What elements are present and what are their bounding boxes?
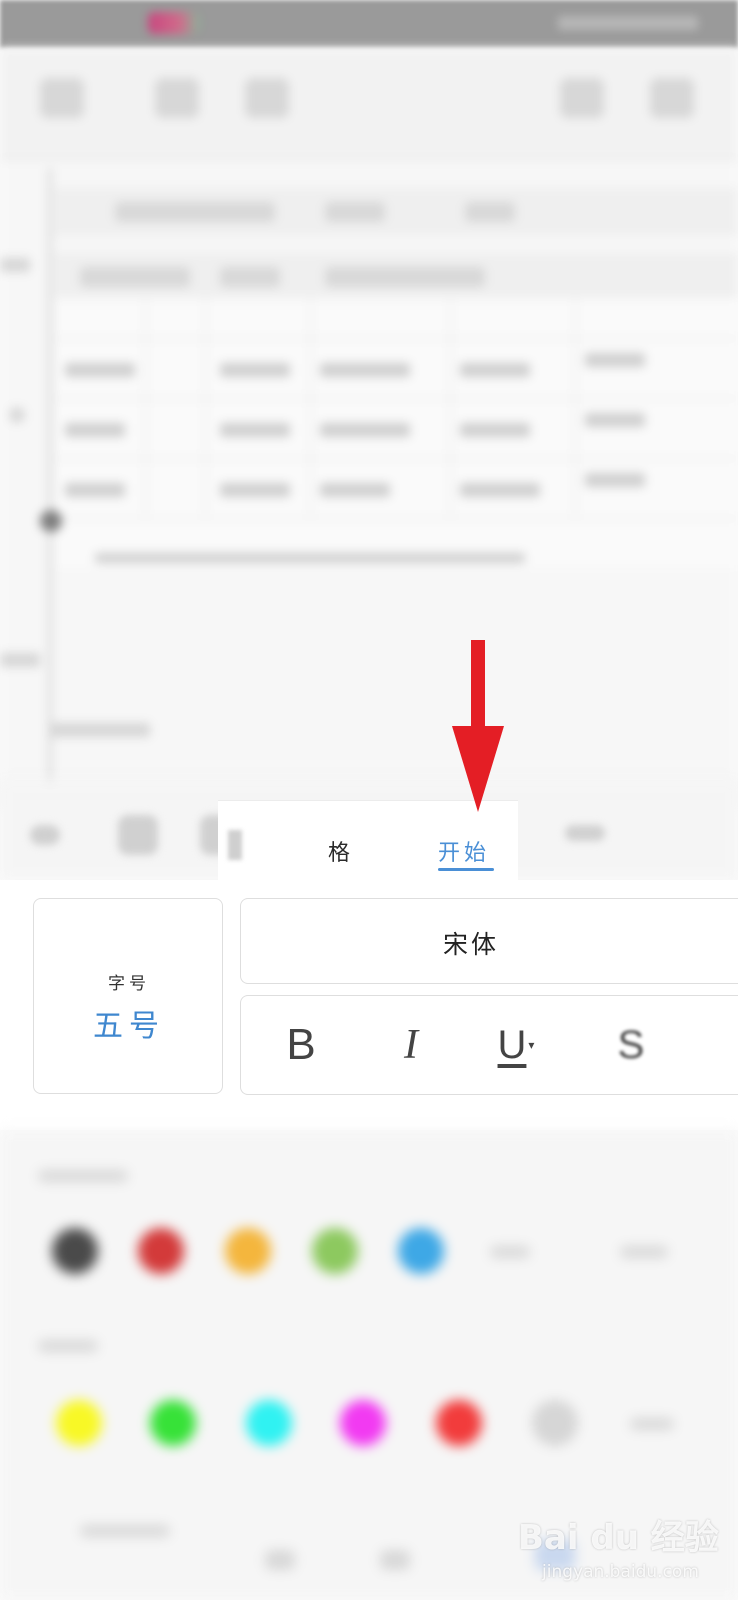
grid-line	[55, 338, 738, 339]
grid-line	[575, 298, 576, 518]
toolbar-item	[325, 202, 385, 222]
ribbon-toolbar	[0, 48, 738, 160]
cell-content	[65, 423, 125, 437]
strikethrough-icon: S	[617, 1022, 645, 1067]
toolbar-item	[220, 267, 280, 287]
strikethrough-button[interactable]: S	[601, 1020, 661, 1070]
underline-icon: U	[497, 1022, 527, 1067]
format-panel: 字号 五号 宋体 B I U ▾ S	[0, 880, 738, 1130]
system-status-icons	[558, 16, 698, 30]
highlight-swatch-magenta[interactable]	[340, 1400, 386, 1446]
grid-line	[55, 458, 738, 459]
toolbar-item	[325, 267, 485, 287]
color-swatch-dark-grey[interactable]	[52, 1228, 98, 1274]
more-highlight-item[interactable]	[630, 1418, 674, 1430]
status-bar	[0, 0, 738, 48]
highlight-heading	[38, 1340, 98, 1352]
text-style-group: B I U ▾ S	[240, 995, 738, 1095]
side-label	[10, 408, 24, 422]
cell-content	[320, 363, 410, 377]
bottom-icon[interactable]	[265, 1550, 295, 1570]
tab-bar: 格 开始	[0, 780, 738, 892]
grid-line	[55, 518, 738, 519]
cell-content	[460, 423, 530, 437]
ribbon-icon	[650, 78, 694, 118]
toolbar-item	[80, 267, 190, 287]
color-swatch-green[interactable]	[312, 1228, 358, 1274]
red-arrow-annotation	[452, 640, 504, 812]
side-label	[0, 653, 40, 667]
ribbon-icon	[245, 78, 289, 118]
baidu-jingyan-watermark: Bai du 经验 jingyan.baidu.com	[518, 1510, 719, 1594]
cell-content	[65, 483, 125, 497]
toolbar-item	[465, 202, 515, 222]
font-size-label: 字号	[108, 974, 150, 994]
spreadsheet-grid	[55, 298, 738, 568]
grid-line	[55, 398, 738, 399]
ribbon-icon	[155, 78, 199, 118]
font-family-button[interactable]: 宋体	[240, 898, 738, 984]
document-background	[0, 48, 738, 808]
bold-button[interactable]: B	[271, 1020, 331, 1070]
tab-insert[interactable]	[565, 825, 605, 841]
ribbon-icon	[40, 78, 84, 118]
highlight-swatch-cyan[interactable]	[246, 1400, 292, 1446]
formula-bar	[55, 253, 738, 301]
grid-line	[310, 298, 311, 518]
tab-table[interactable]: 格	[328, 835, 354, 867]
italic-button[interactable]: I	[381, 1020, 441, 1070]
arrow-head	[452, 726, 504, 812]
cell-content	[585, 413, 645, 427]
bottom-icon[interactable]	[380, 1550, 410, 1570]
side-label	[50, 723, 150, 737]
highlight-swatch-green[interactable]	[150, 1400, 196, 1446]
highlight-swatch-none[interactable]	[532, 1400, 578, 1446]
cell-content	[220, 363, 290, 377]
font-size-value: 五号	[93, 1009, 165, 1044]
grid-line	[145, 298, 146, 518]
scroll-handle	[40, 510, 62, 532]
undo-icon[interactable]	[30, 825, 60, 845]
grid-line	[205, 298, 206, 518]
cell-content	[220, 423, 290, 437]
color-swatch-orange[interactable]	[225, 1228, 271, 1274]
arrow-shaft	[471, 640, 485, 732]
color-swatch-red[interactable]	[138, 1228, 184, 1274]
font-family-value: 宋体	[442, 930, 499, 959]
grid-line	[450, 298, 451, 518]
watermark-main: Bai du 经验	[518, 1518, 719, 1558]
cell-content	[95, 553, 525, 563]
toolbar-icon[interactable]	[118, 815, 158, 855]
more-colors-item[interactable]	[490, 1246, 530, 1258]
font-color-heading	[38, 1170, 128, 1182]
cell-content	[65, 363, 135, 377]
active-tab-indicator	[438, 868, 494, 871]
ribbon-icon	[560, 78, 604, 118]
underline-button[interactable]: U ▾	[486, 1020, 546, 1070]
tab-start[interactable]: 开始	[438, 835, 490, 867]
secondary-toolbar	[55, 188, 738, 236]
toolbar-item	[115, 202, 275, 222]
dropdown-caret-icon: ▾	[528, 1038, 535, 1052]
cell-content	[585, 473, 645, 487]
app-logo	[148, 12, 200, 34]
font-size-button[interactable]: 字号 五号	[33, 898, 223, 1094]
cell-content	[460, 483, 540, 497]
highlight-swatch-yellow[interactable]	[56, 1400, 102, 1446]
side-label	[0, 258, 30, 272]
watermark-url: jingyan.baidu.com	[542, 1562, 699, 1582]
more-colors-item[interactable]	[620, 1246, 668, 1258]
bottom-section-label	[80, 1525, 170, 1537]
cell-content	[585, 353, 645, 367]
tab-icon-fragment	[228, 830, 242, 860]
highlight-swatch-red[interactable]	[436, 1400, 482, 1446]
cell-content	[320, 423, 410, 437]
scroll-rail	[48, 168, 52, 808]
cell-content	[460, 363, 530, 377]
color-swatch-blue[interactable]	[398, 1228, 444, 1274]
cell-content	[320, 483, 390, 497]
cell-content	[220, 483, 290, 497]
